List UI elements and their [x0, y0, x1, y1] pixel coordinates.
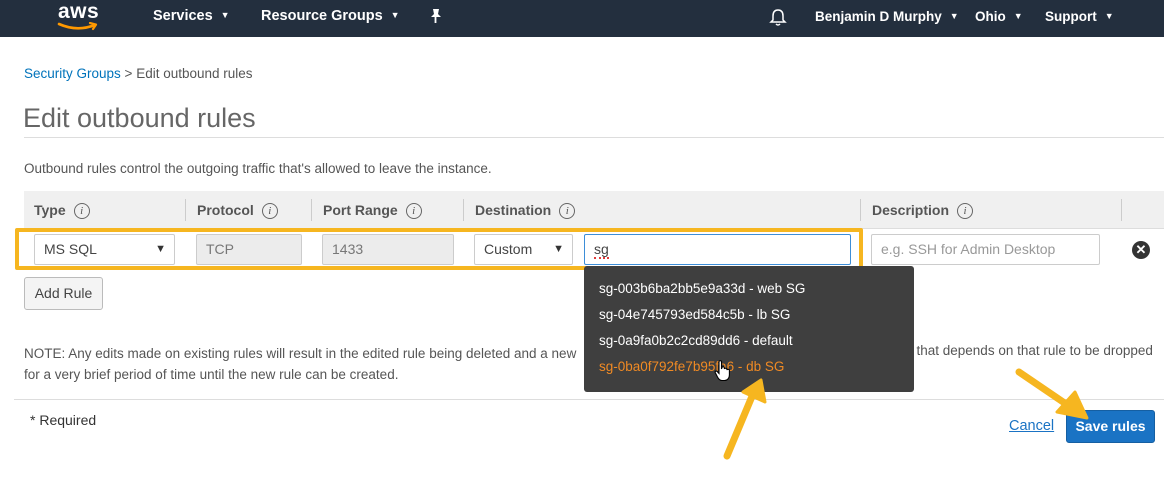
region-label: Ohio [975, 9, 1006, 24]
aws-logo-text: aws [58, 0, 100, 23]
edit-note-line1-end: c that depends on that rule to be droppe… [906, 343, 1153, 358]
pin-icon[interactable] [428, 8, 444, 31]
info-icon[interactable]: i [73, 203, 90, 219]
user-name: Benjamin D Murphy [815, 9, 942, 24]
info-icon[interactable]: i [405, 203, 422, 219]
suggestion-label: sg-003b6ba2bb5e9a33d - web SG [599, 281, 806, 296]
resource-groups-menu[interactable]: Resource Groups ▼ [261, 8, 400, 24]
resource-groups-label: Resource Groups [261, 8, 383, 24]
header-port-range: Port Range i [323, 202, 422, 219]
breadcrumb-current: Edit outbound rules [136, 66, 253, 81]
info-icon[interactable]: i [559, 203, 576, 219]
chevron-down-icon: ▼ [1104, 11, 1114, 21]
chevron-down-icon: ▼ [220, 10, 230, 20]
column-divider [463, 199, 464, 221]
header-destination-label: Destination [475, 202, 552, 218]
breadcrumb-security-groups[interactable]: Security Groups [24, 66, 121, 81]
edit-note-line2: for a very brief period of time until th… [24, 367, 399, 382]
breadcrumb-separator: > [120, 66, 137, 81]
breadcrumb: Security Groups > Edit outbound rules [24, 66, 253, 81]
row-highlight-box [15, 228, 863, 270]
header-port-range-label: Port Range [323, 202, 398, 218]
suggestion-label: sg-0a9fa0b2c2cd89dd6 - default [599, 333, 793, 348]
add-rule-button[interactable]: Add Rule [24, 277, 103, 310]
page-title: Edit outbound rules [23, 103, 256, 133]
column-divider [860, 199, 861, 221]
top-nav-bar: aws Services ▼ Resource Groups ▼ Benjamin … [0, 0, 1164, 37]
header-description-label: Description [872, 202, 950, 218]
suggestion-item[interactable]: sg-04e745793ed584c5b - lb SG [584, 305, 914, 331]
column-divider [185, 199, 186, 221]
hand-cursor-icon [714, 360, 732, 387]
aws-smile-icon [57, 22, 98, 31]
page-description: Outbound rules control the outgoing traf… [24, 161, 492, 176]
header-type: Type i [34, 202, 90, 219]
chevron-down-icon: ▼ [1013, 11, 1023, 21]
cancel-button[interactable]: Cancel [1009, 418, 1054, 434]
save-rules-button[interactable]: Save rules [1066, 410, 1155, 443]
title-divider [24, 137, 1164, 138]
region-menu[interactable]: Ohio ▼ [975, 9, 1023, 24]
header-description: Description i [872, 202, 974, 219]
suggestion-label: sg-04e745793ed584c5b - lb SG [599, 307, 791, 322]
chevron-down-icon: ▼ [390, 10, 400, 20]
column-divider [311, 199, 312, 221]
info-icon[interactable]: i [957, 203, 974, 219]
services-menu[interactable]: Services ▼ [153, 8, 230, 24]
remove-rule-icon[interactable]: ✕ [1132, 241, 1150, 259]
edit-note: NOTE: Any edits made on existing rules w… [24, 343, 576, 385]
header-protocol-label: Protocol [197, 202, 254, 218]
description-input[interactable]: e.g. SSH for Admin Desktop [871, 234, 1100, 265]
header-destination: Destination i [475, 202, 576, 219]
info-icon[interactable]: i [261, 203, 278, 219]
user-menu[interactable]: Benjamin D Murphy ▼ [815, 9, 959, 24]
destination-suggestions-menu: sg-003b6ba2bb5e9a33d - web SG sg-04e7457… [584, 266, 914, 392]
footer-divider [14, 399, 1164, 400]
support-label: Support [1045, 9, 1097, 24]
suggestion-item-highlighted[interactable]: sg-0ba0f792fe7b95fa6 - db SG [584, 357, 914, 383]
edit-note-line1: NOTE: Any edits made on existing rules w… [24, 346, 577, 361]
description-placeholder: e.g. SSH for Admin Desktop [881, 241, 1056, 257]
header-protocol: Protocol i [197, 202, 278, 219]
suggestion-label: sg-0ba0f792fe7b95fa6 - db SG [599, 359, 785, 374]
support-menu[interactable]: Support ▼ [1045, 9, 1114, 24]
services-label: Services [153, 8, 213, 24]
required-label: * Required [30, 412, 97, 428]
column-divider [1121, 199, 1122, 221]
chevron-down-icon: ▼ [949, 11, 959, 21]
aws-logo[interactable]: aws [57, 0, 103, 34]
suggestion-item[interactable]: sg-0a9fa0b2c2cd89dd6 - default [584, 331, 914, 357]
bell-icon[interactable] [769, 8, 787, 32]
header-type-label: Type [34, 202, 66, 218]
rules-table-header: Type i Protocol i Port Range i Destination i… [24, 191, 1164, 229]
suggestion-item[interactable]: sg-003b6ba2bb5e9a33d - web SG [584, 279, 914, 305]
